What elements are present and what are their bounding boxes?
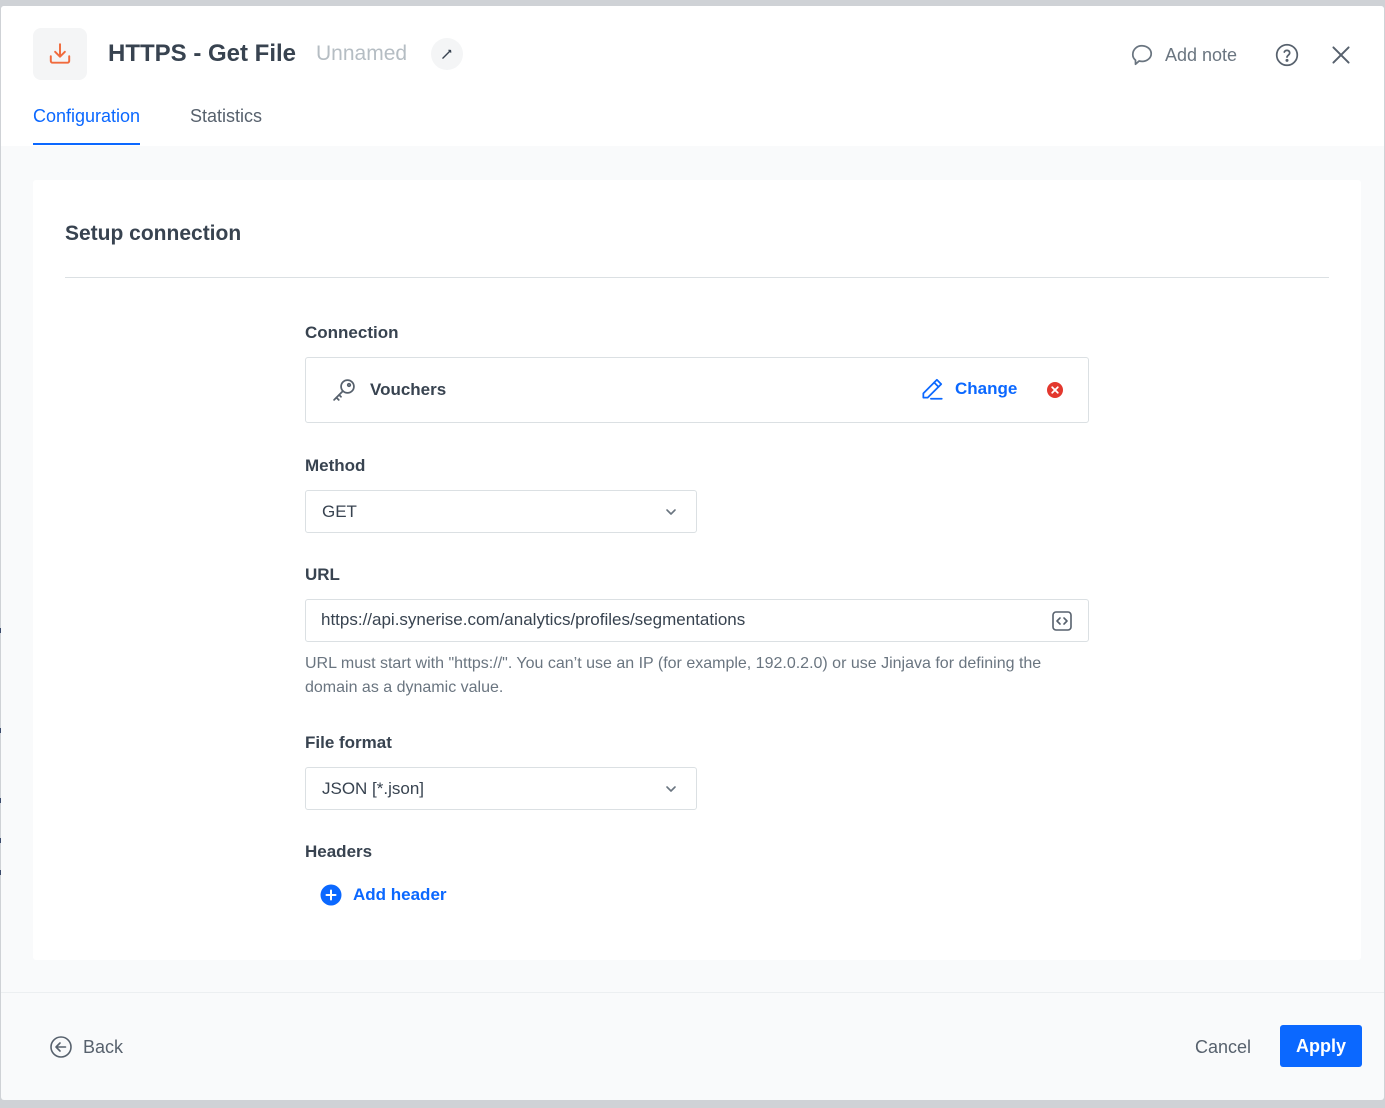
method-label: Method — [305, 456, 366, 475]
pencil-icon — [922, 378, 943, 400]
modal-header: HTTPS - Get File Unnamed Add note Config… — [1, 6, 1384, 146]
edit-name-button[interactable] — [431, 38, 463, 70]
change-connection-button[interactable]: Change — [919, 376, 1017, 402]
url-hint: URL must start with "https://". You can’… — [305, 655, 1042, 696]
section-title: Setup connection — [65, 222, 242, 245]
download-icon — [33, 28, 87, 80]
apply-button[interactable]: Apply — [1280, 1025, 1362, 1067]
url-field — [305, 599, 1089, 642]
close-button[interactable] — [1328, 42, 1354, 68]
node-name[interactable]: Unnamed — [316, 42, 407, 66]
key-icon — [333, 379, 355, 401]
divider — [65, 277, 1329, 278]
connection-label: Connection — [305, 323, 399, 342]
headers-label: Headers — [305, 842, 373, 861]
footer-divider — [1, 992, 1384, 993]
tab-statistics[interactable]: Statistics — [190, 106, 262, 143]
close-icon — [1332, 46, 1350, 64]
speech-bubble-icon — [1131, 44, 1153, 66]
pencil-icon — [442, 49, 452, 59]
file-format-label: File format — [305, 733, 392, 752]
add-header-button[interactable]: Add header — [320, 884, 447, 906]
connection-name: Vouchers — [370, 380, 447, 399]
change-label: Change — [955, 379, 1018, 398]
file-format-select[interactable]: JSON [*.json] — [305, 767, 697, 810]
method-value: GET — [322, 502, 357, 521]
back-button[interactable]: Back — [49, 1035, 123, 1059]
file-format-value: JSON [*.json] — [322, 779, 425, 798]
add-header-label: Add header — [353, 885, 447, 904]
cancel-button[interactable]: Cancel — [1195, 1037, 1251, 1058]
code-icon[interactable] — [1050, 609, 1074, 633]
method-select[interactable]: GET — [305, 490, 697, 533]
question-circle-icon — [1275, 43, 1299, 67]
tab-configuration[interactable]: Configuration — [33, 106, 141, 145]
connection-field: Vouchers Change — [305, 357, 1089, 423]
url-input[interactable] — [321, 600, 1021, 639]
page-title: HTTPS - Get File — [108, 40, 297, 67]
modal-window: HTTPS - Get File Unnamed Add note Config… — [1, 6, 1384, 1100]
arrow-left-circle-icon — [50, 1036, 72, 1058]
remove-circle-icon[interactable] — [1046, 381, 1064, 399]
chevron-down-icon — [666, 786, 676, 792]
chevron-down-icon — [666, 509, 676, 515]
back-label: Back — [83, 1036, 124, 1057]
help-button[interactable] — [1274, 42, 1300, 68]
add-note-button[interactable]: Add note — [1129, 42, 1237, 68]
url-label: URL — [305, 565, 340, 584]
plus-circle-icon — [320, 884, 342, 906]
setup-connection-card: Setup connection Connection Vouchers Cha… — [33, 180, 1361, 960]
add-note-label: Add note — [1165, 44, 1238, 65]
